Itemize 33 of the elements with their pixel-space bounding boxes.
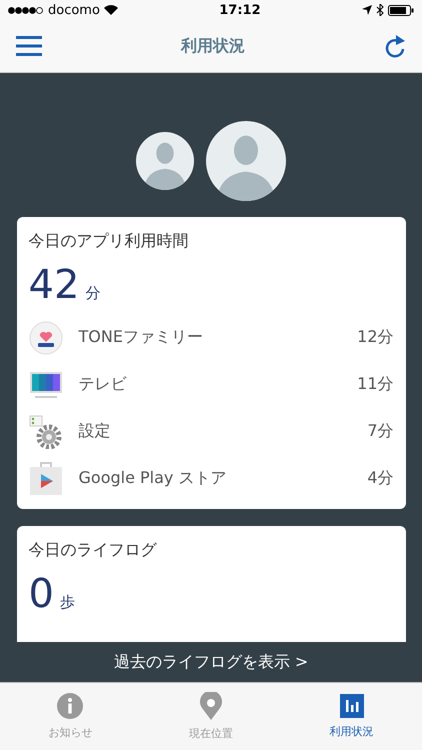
app-name: 設定 [78, 421, 112, 442]
card-title: 今日のアプリ利用時間 [28, 231, 190, 252]
info-icon [57, 693, 84, 719]
bluetooth-icon [376, 4, 384, 16]
refresh-button[interactable] [384, 33, 406, 59]
app-name: Google Play ストア [78, 468, 228, 489]
app-name: テレビ [78, 374, 128, 395]
app-time: 12分 [357, 327, 394, 348]
location-arrow-icon [362, 5, 372, 15]
tab-item[interactable]: 利用状況 [281, 683, 422, 750]
card-title: 今日のライフログ [28, 540, 158, 561]
map-pin-icon [200, 692, 222, 720]
total-minutes: 42 [28, 262, 80, 308]
avatar-icon [206, 121, 286, 201]
app-time: 4分 [367, 468, 394, 489]
avatar-icon [136, 132, 194, 190]
tv-icon [28, 370, 62, 400]
signal-icon [8, 6, 44, 14]
bar-chart-icon [340, 694, 364, 718]
step-count: 0 [28, 571, 54, 617]
battery-icon [388, 4, 414, 16]
gear-icon [28, 414, 62, 448]
unit-label: 歩 [60, 593, 75, 612]
unit-label: 分 [85, 284, 100, 303]
play-store-icon [28, 462, 62, 496]
wifi-icon [104, 5, 118, 15]
menu-button[interactable] [16, 35, 42, 57]
app-time: 7分 [367, 421, 394, 442]
carrier-name: docomo [48, 2, 100, 18]
app-name: TONEファミリー [78, 327, 204, 348]
app-time: 11分 [357, 374, 394, 395]
screen-title: 利用状況 [181, 36, 245, 56]
clock-time: 17:12 [219, 2, 261, 18]
